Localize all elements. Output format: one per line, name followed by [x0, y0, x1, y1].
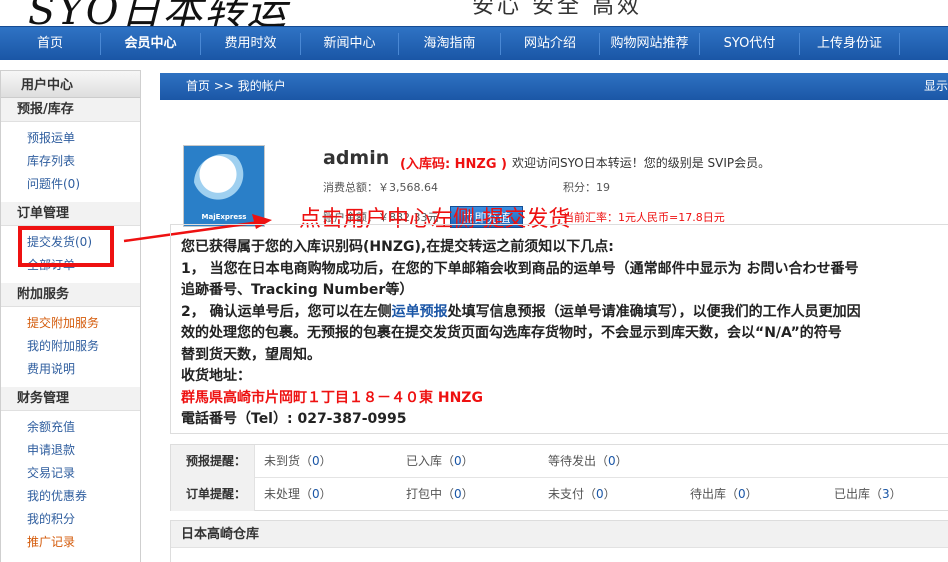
warehouse-title: 日本高崎仓库 [171, 521, 948, 548]
notice-line: 1， 当您在日本电商购物成功后，在您的下单邮箱会收到商品的运单号（通常邮件中显示… [181, 260, 859, 277]
notice-text: 2， 确认运单号后，您可以在左侧 [181, 303, 392, 320]
stat-unpaid[interactable]: 未支付（0） [548, 478, 616, 511]
stat-pending-outbound[interactable]: 待出库（0） [690, 478, 758, 511]
notice-line: 追跡番号、Tracking Number等） [181, 282, 414, 298]
phone-number: 電話番号（Tel）: 027-387-0995 [181, 411, 407, 427]
notice-block: 您已获得属于您的入库识别码(HNZG),在提交转运之前须知以下几点: 1， 当您… [170, 224, 948, 434]
stat-shipped[interactable]: 已出库（3） [834, 478, 902, 511]
order-reminder-row: 订单提醒： 未处理（0） 打包中（0） 未支付（0） 待出库（0） 已出库（3） [171, 478, 948, 511]
stat-awaiting-shipment[interactable]: 等待发出（0） [548, 445, 628, 478]
forecast-reminder-row: 预报提醒： 未到货（0） 已入库（0） 等待发出（0） [171, 445, 948, 478]
reminder-stats: 预报提醒： 未到货（0） 已入库（0） 等待发出（0） 订单提醒： 未处理（0）… [170, 444, 948, 511]
notice-line: 2， 确认运单号后，您可以在左侧运单预报处填写信息预报（运单号请准确填写），以便… [181, 302, 948, 324]
notice-line: 替到货天数，望周知。 [181, 346, 321, 363]
forecast-reminder-label: 预报提醒： [171, 445, 255, 478]
stat-not-arrived[interactable]: 未到货（0） [264, 445, 332, 478]
stat-in-stock[interactable]: 已入库（0） [406, 445, 474, 478]
forecast-waybill-link[interactable]: 运单预报 [392, 304, 448, 320]
notice-line: 效的处理您的包裹。无预报的包裹在提交发货页面勾选库存货物时，不会显示到库天数，会… [181, 325, 842, 341]
notice-line: 您已获得属于您的入库识别码(HNZG),在提交转运之前须知以下几点: [181, 239, 614, 255]
order-reminder-label: 订单提醒： [171, 478, 255, 511]
notice-text: 处填写信息预报（运单号请准确填写），以便我们的工作人员更加因 [447, 303, 861, 320]
shipping-address: 群馬県高崎市片岡町１丁目１８－４０東 HNZG [181, 389, 483, 406]
warehouse-panel: 日本高崎仓库 [170, 520, 948, 562]
stat-unprocessed[interactable]: 未处理（0） [264, 478, 332, 511]
notice-line: 收货地址： [181, 368, 251, 384]
stat-packing[interactable]: 打包中（0） [406, 478, 474, 511]
